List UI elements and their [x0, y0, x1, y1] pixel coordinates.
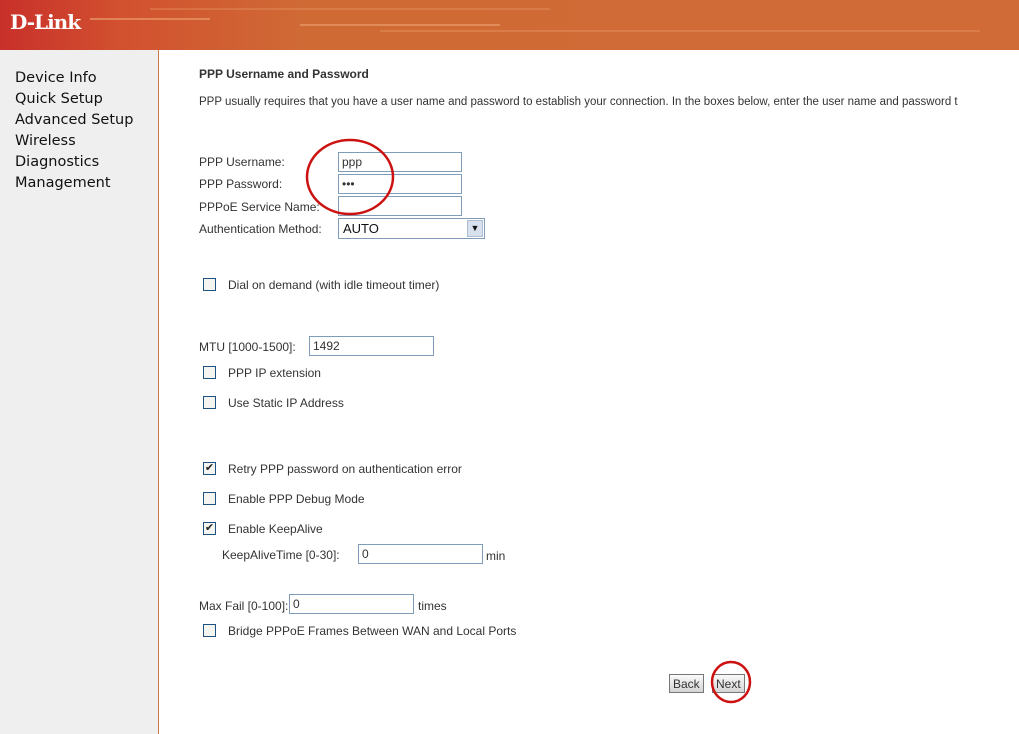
- mtu-label: MTU [1000-1500]:: [199, 340, 296, 354]
- service-name-input[interactable]: [338, 196, 462, 216]
- chevron-down-icon[interactable]: ▼: [467, 220, 483, 237]
- auth-method-value: AUTO: [343, 221, 379, 236]
- username-input[interactable]: [338, 152, 462, 172]
- retry-checkbox[interactable]: ✔: [203, 462, 216, 475]
- password-input[interactable]: [338, 174, 462, 194]
- sidebar-item-advanced-setup[interactable]: Advanced Setup: [0, 110, 158, 131]
- retry-label: Retry PPP password on authentication err…: [228, 462, 462, 476]
- sidebar: Device Info Quick Setup Advanced Setup W…: [0, 50, 159, 734]
- sidebar-item-device-info[interactable]: Device Info: [0, 68, 158, 89]
- back-button[interactable]: Back: [669, 674, 704, 693]
- keepalive-label: Enable KeepAlive: [228, 522, 323, 536]
- dial-on-demand-checkbox[interactable]: [203, 278, 216, 291]
- debug-checkbox[interactable]: [203, 492, 216, 505]
- service-name-label: PPPoE Service Name:: [199, 200, 320, 214]
- page-title: PPP Username and Password: [199, 67, 369, 81]
- keepalive-time-label: KeepAliveTime [0-30]:: [222, 548, 340, 562]
- header-banner: D-Link: [0, 0, 1019, 50]
- description: PPP usually requires that you have a use…: [199, 96, 958, 108]
- sidebar-item-quick-setup[interactable]: Quick Setup: [0, 89, 158, 110]
- auth-method-select[interactable]: AUTO ▼: [338, 218, 485, 239]
- keepalive-checkbox[interactable]: ✔: [203, 522, 216, 535]
- bridge-checkbox[interactable]: [203, 624, 216, 637]
- max-fail-unit: times: [418, 599, 447, 613]
- static-ip-checkbox[interactable]: [203, 396, 216, 409]
- ip-extension-checkbox[interactable]: [203, 366, 216, 379]
- ip-extension-label: PPP IP extension: [228, 366, 321, 380]
- dlink-logo: D-Link: [10, 10, 81, 34]
- dial-on-demand-label: Dial on demand (with idle timeout timer): [228, 278, 440, 292]
- keepalive-unit: min: [486, 549, 506, 563]
- max-fail-label: Max Fail [0-100]:: [199, 599, 289, 613]
- max-fail-input[interactable]: [289, 594, 414, 614]
- static-ip-label: Use Static IP Address: [228, 396, 344, 410]
- debug-label: Enable PPP Debug Mode: [228, 492, 365, 506]
- sidebar-item-management[interactable]: Management: [0, 173, 158, 194]
- username-label: PPP Username:: [199, 155, 285, 169]
- password-label: PPP Password:: [199, 177, 283, 191]
- sidebar-item-wireless[interactable]: Wireless: [0, 131, 158, 152]
- mtu-input[interactable]: [309, 336, 434, 356]
- keepalive-time-input[interactable]: [358, 544, 483, 564]
- next-button[interactable]: Next: [712, 674, 745, 693]
- sidebar-item-diagnostics[interactable]: Diagnostics: [0, 152, 158, 173]
- bridge-label: Bridge PPPoE Frames Between WAN and Loca…: [228, 624, 517, 638]
- auth-method-label: Authentication Method:: [199, 222, 322, 236]
